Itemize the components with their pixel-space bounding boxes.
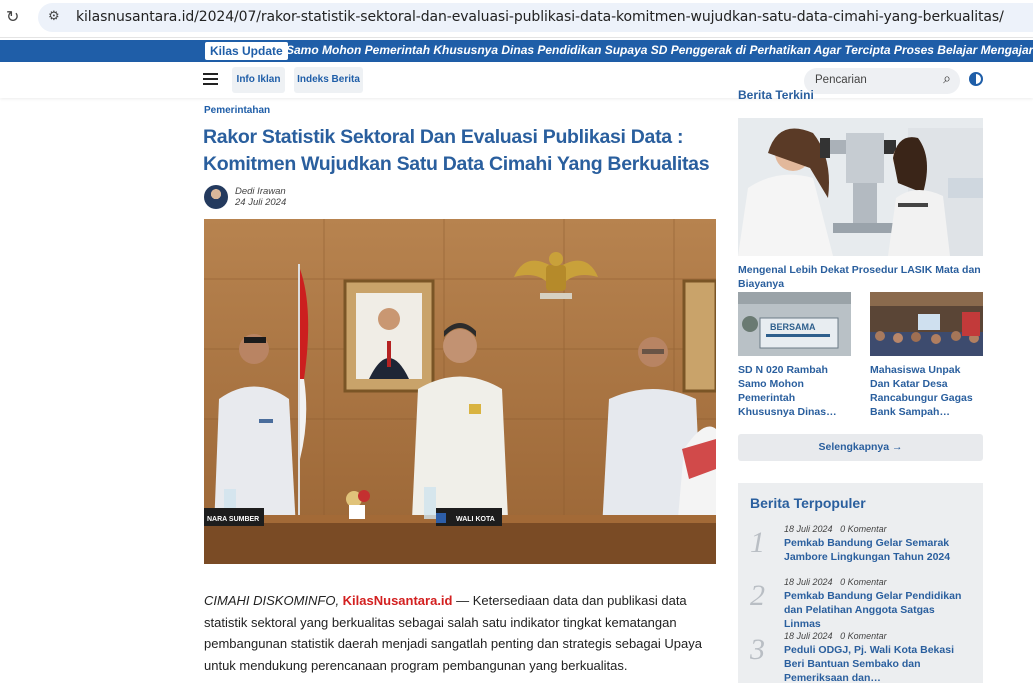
featured-news-title[interactable]: Mengenal Lebih Dekat Prosedur LASIK Mata… (738, 263, 986, 291)
popular-rank: 1 (750, 526, 765, 559)
theme-toggle-icon[interactable] (969, 72, 983, 86)
popular-rank: 2 (750, 579, 765, 612)
address-bar[interactable]: ⚙ kilasnusantara.id/2024/07/rakor-statis… (38, 3, 1033, 32)
nav-indeks-berita[interactable]: Indeks Berita (294, 67, 363, 93)
popular-rank: 3 (750, 633, 765, 666)
nav-info-iklan[interactable]: Info Iklan (232, 67, 285, 93)
popular-date: 18 Juli 2024 (784, 631, 833, 641)
site-settings-icon[interactable]: ⚙ (48, 9, 60, 24)
url-text[interactable]: kilasnusantara.id/2024/07/rakor-statisti… (76, 9, 1004, 25)
browser-toolbar: ↻ ⚙ kilasnusantara.id/2024/07/rakor-stat… (0, 0, 1033, 38)
popular-item[interactable]: 2 18 Juli 2024 0 Komentar Pemkab Bandung… (738, 577, 983, 630)
popular-date: 18 Juli 2024 (784, 577, 833, 587)
nameplate-center: WALI KOTA (456, 516, 495, 523)
popular-comments: 0 Komentar (840, 524, 887, 534)
students-photo (870, 292, 983, 356)
popular-title[interactable]: Pemkab Bandung Gelar Semarak Jambore Lin… (784, 536, 974, 564)
news-thumb-2-title[interactable]: Mahasiswa Unpak Dan Katar Desa Rancabung… (870, 363, 982, 419)
popular-date: 18 Juli 2024 (784, 524, 833, 534)
popular-heading: Berita Terpopuler (750, 495, 866, 511)
article-date: 24 Juli 2024 (235, 197, 287, 208)
nameplate-left: NARA SUMBER (207, 516, 259, 523)
article-hero-image: NARA SUMBER WALI KOTA (204, 219, 716, 564)
news-ticker: Kilas Update Samo Mohon Pemerintah Khusu… (0, 40, 1033, 62)
ticker-badge: Kilas Update (205, 42, 288, 60)
author-avatar (204, 185, 228, 209)
popular-news-box: Berita Terpopuler 1 18 Juli 2024 0 Komen… (738, 483, 983, 684)
school-photo: BERSAMA (738, 292, 851, 356)
main-navbar: Info Iklan Indeks Berita Pencarian ⌕ (0, 62, 1033, 98)
popular-title[interactable]: Pemkab Bandung Gelar Pendidikan dan Pela… (784, 589, 974, 631)
article-dateline: CIMAHI DISKOMINFO, (204, 593, 343, 608)
author-name[interactable]: Dedi Irawan (235, 186, 286, 197)
ticker-headline[interactable]: Samo Mohon Pemerintah Khususnya Dinas Pe… (286, 43, 1033, 57)
popular-comments: 0 Komentar (840, 577, 887, 587)
article-title: Rakor Statistik Sektoral Dan Evaluasi Pu… (203, 126, 710, 175)
featured-news-image[interactable] (738, 118, 983, 256)
article-body: CIMAHI DISKOMINFO, KilasNusantara.id — K… (204, 590, 716, 676)
brand-link[interactable]: KilasNusantara.id (343, 593, 453, 608)
popular-meta: 18 Juli 2024 0 Komentar (784, 631, 887, 641)
thumb-sign-text: BERSAMA (770, 322, 816, 332)
popular-meta: 18 Juli 2024 0 Komentar (784, 577, 887, 587)
popular-meta: 18 Juli 2024 0 Komentar (784, 524, 887, 534)
search-icon[interactable]: ⌕ (943, 71, 951, 87)
search-placeholder: Pencarian (815, 74, 867, 86)
news-thumb-1-title[interactable]: SD N 020 Rambah Samo Mohon Pemerintah Kh… (738, 363, 850, 419)
reload-icon[interactable]: ↻ (6, 7, 22, 27)
news-thumb-1[interactable]: BERSAMA (738, 292, 851, 356)
see-more-button[interactable]: Selengkapnya → (738, 434, 983, 461)
popular-item[interactable]: 1 18 Juli 2024 0 Komentar Pemkab Bandung… (738, 524, 983, 574)
news-thumb-2[interactable] (870, 292, 983, 356)
meeting-photo: NARA SUMBER WALI KOTA (204, 219, 716, 564)
search-input[interactable]: Pencarian ⌕ (804, 68, 960, 94)
popular-comments: 0 Komentar (840, 631, 887, 641)
sidebar-heading-latest: Berita Terkini (738, 88, 814, 100)
popular-item[interactable]: 3 18 Juli 2024 0 Komentar Peduli ODGJ, P… (738, 631, 983, 684)
article-category[interactable]: Pemerintahan (204, 105, 270, 116)
menu-icon[interactable] (203, 73, 218, 85)
lasik-photo (738, 118, 983, 256)
